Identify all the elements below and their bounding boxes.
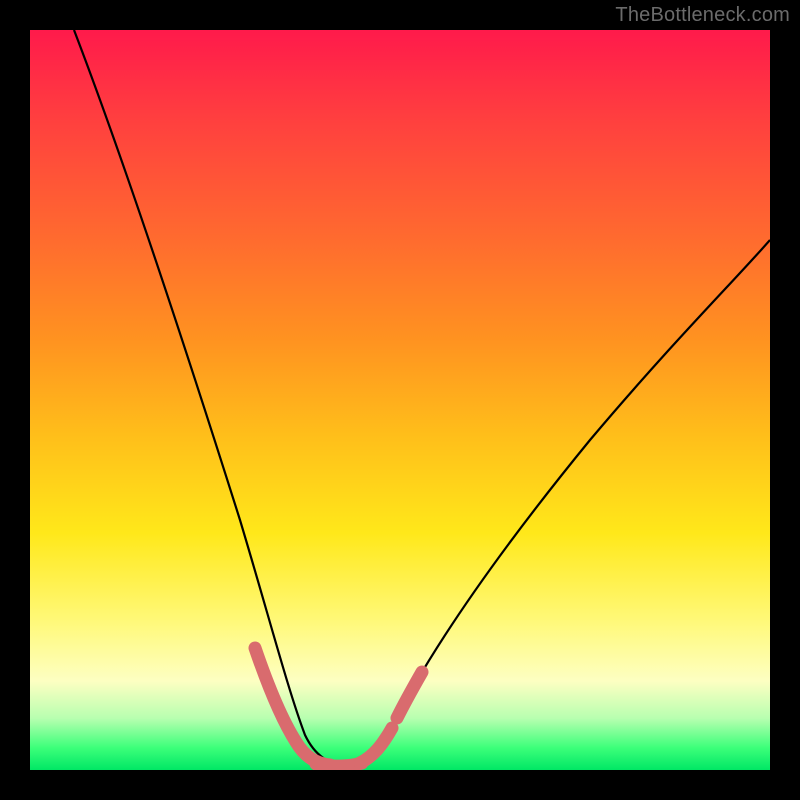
- optimal-zone-marker-left: [255, 648, 330, 765]
- chart-svg: [30, 30, 770, 770]
- optimal-zone-marker-right-low: [360, 728, 392, 763]
- watermark-text: TheBottleneck.com: [615, 4, 790, 27]
- bottleneck-curve-line: [74, 30, 770, 765]
- optimal-zone-marker-right-high: [397, 672, 422, 718]
- plot-area: [30, 30, 770, 770]
- chart-frame: TheBottleneck.com: [0, 0, 800, 800]
